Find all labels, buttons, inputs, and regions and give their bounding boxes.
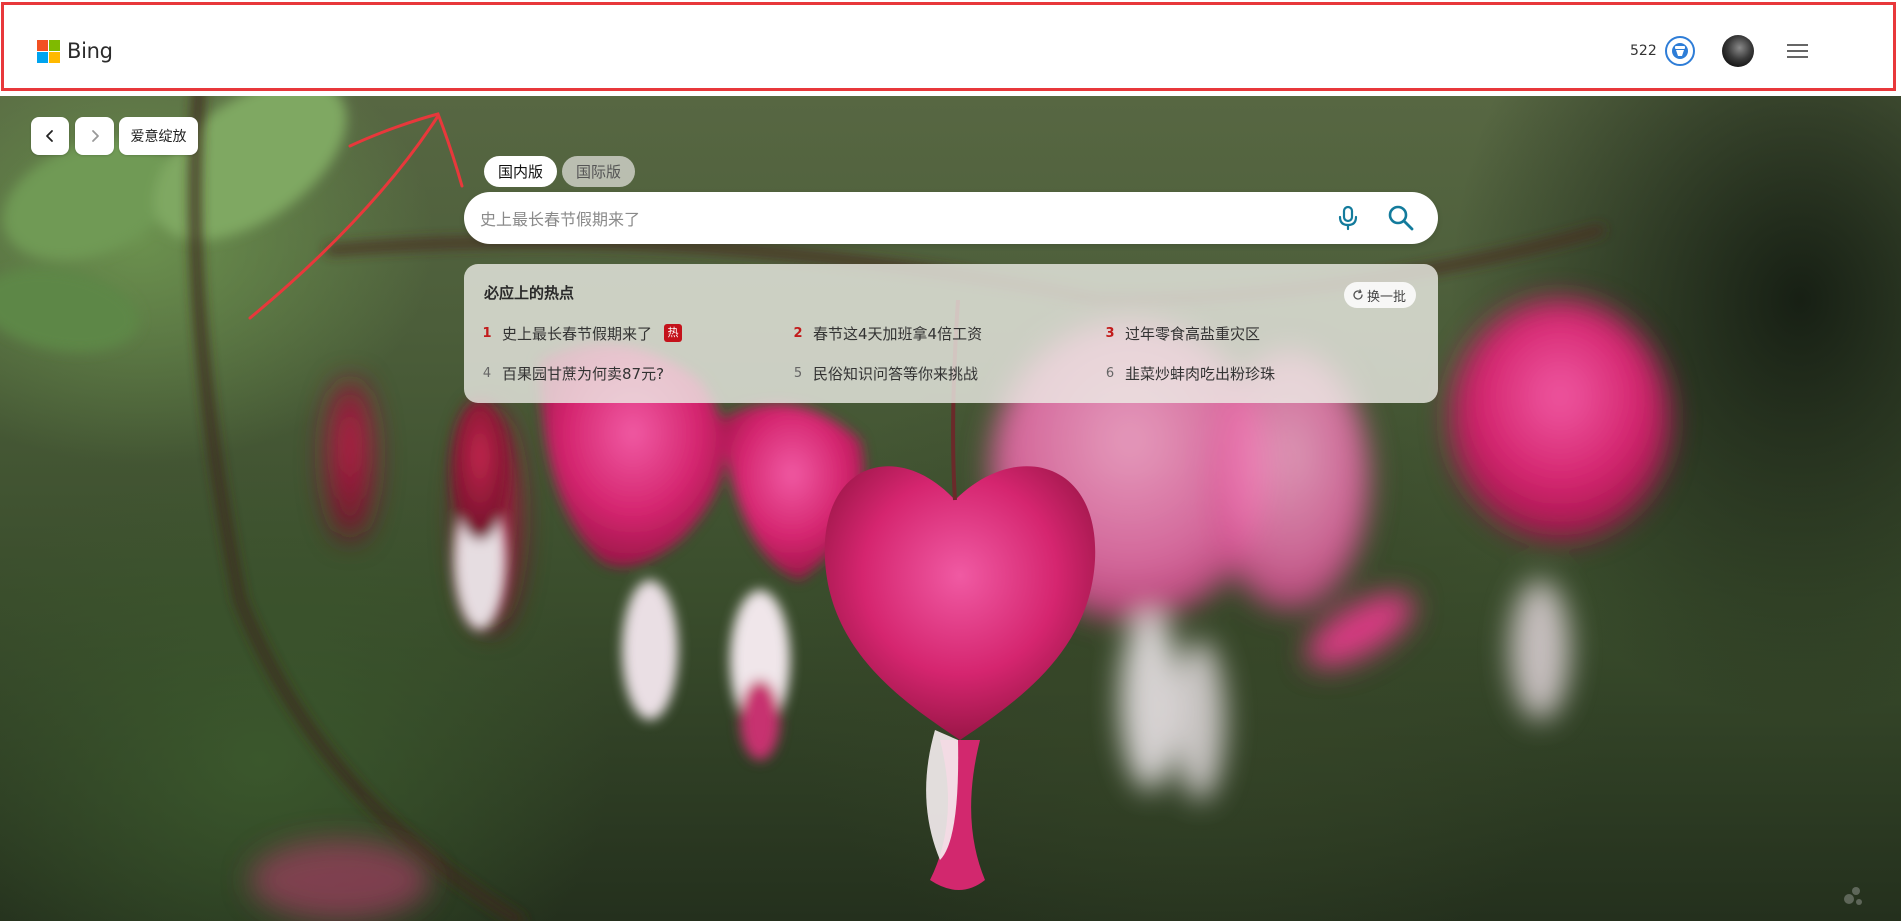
trending-rank: 3 [1105,325,1115,341]
trending-text: 史上最长春节假期来了 [502,324,653,343]
search-icon[interactable] [1386,203,1416,233]
trending-item[interactable]: 6 韭菜炒蚌肉吃出粉珍珠 [1105,363,1275,383]
trending-text: 春节这4天加班拿4倍工资 [813,324,983,343]
user-avatar[interactable] [1722,35,1754,67]
next-image-button[interactable] [75,117,114,155]
trending-rank: 6 [1105,365,1115,381]
microsoft-logo-icon [37,39,60,63]
trending-rank: 2 [793,325,803,341]
trending-title: 必应上的热点 [484,284,575,302]
tab-domestic[interactable]: 国内版 [484,156,558,187]
top-header: Bing 522 [0,0,1901,96]
trending-text: 百果园甘蔗为何卖87元? [502,364,665,383]
image-caption-button[interactable]: 爱意绽放 [119,117,198,155]
bleeding-heart-flowers-illustration [0,75,1670,921]
trending-item[interactable]: 4 百果园甘蔗为何卖87元? [482,363,664,383]
refresh-label: 换一批 [1367,289,1407,305]
trending-rank: 4 [482,365,492,381]
rewards-widget[interactable]: 522 [1630,36,1695,66]
chevron-left-icon [46,130,53,142]
trending-text: 过年零食高盐重灾区 [1125,324,1261,343]
background-photo [0,0,1901,921]
bing-logo[interactable]: Bing [37,39,113,63]
hot-badge: 热 [664,324,683,342]
chevron-right-icon [91,130,99,142]
search-box [464,192,1438,246]
hamburger-menu-icon[interactable] [1787,44,1808,58]
search-input[interactable] [478,192,1262,246]
trending-rank: 5 [793,365,803,381]
trending-item[interactable]: 5 民俗知识问答等你来挑战 [793,363,978,383]
trending-item[interactable]: 3 过年零食高盐重灾区 [1105,323,1260,343]
refresh-trending-button[interactable]: 换一批 [1344,282,1417,308]
trending-text: 民俗知识问答等你来挑战 [813,364,979,383]
refresh-icon [1353,289,1363,300]
tab-international[interactable]: 国际版 [562,156,636,187]
feedback-icon[interactable] [1842,885,1864,907]
trending-item[interactable]: 1 史上最长春节假期来了 热 [482,323,683,343]
trending-rank: 1 [482,325,492,341]
rewards-points: 522 [1630,43,1657,59]
trending-item[interactable]: 2 春节这4天加班拿4倍工资 [793,323,982,343]
trending-text: 韭菜炒蚌肉吃出粉珍珠 [1125,364,1276,383]
region-tabs: 国内版 国际版 [484,156,636,187]
previous-image-button[interactable] [31,117,69,155]
trending-panel: 必应上的热点 换一批 1 史上最长春节假期来了 热 2 春节这4天加班拿4倍工资… [464,264,1438,403]
microphone-icon[interactable] [1334,204,1362,232]
rewards-medal-icon [1664,36,1695,66]
logo-text: Bing [67,39,113,63]
